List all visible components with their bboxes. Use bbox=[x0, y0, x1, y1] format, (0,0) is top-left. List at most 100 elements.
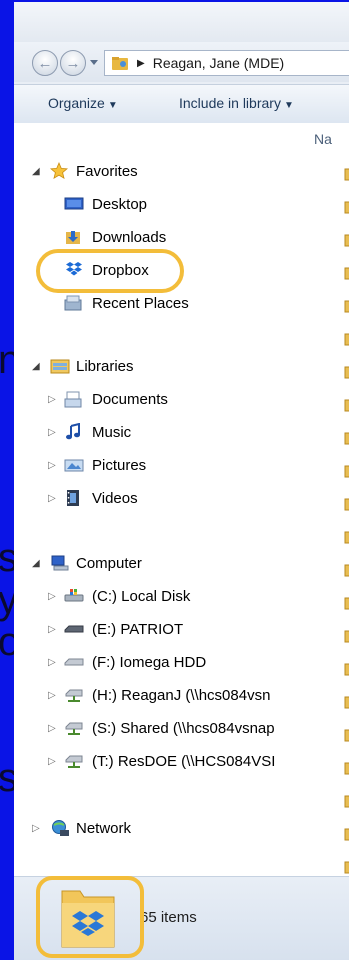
folder-icon[interactable] bbox=[344, 432, 349, 445]
network-drive-icon bbox=[64, 752, 83, 770]
tree-item-drive-e[interactable]: ▷ (E:) PATRIOT bbox=[14, 616, 306, 642]
folder-icon[interactable] bbox=[344, 300, 349, 313]
breadcrumb-path[interactable]: Reagan, Jane (MDE) bbox=[153, 55, 285, 71]
collapse-triangle-icon[interactable]: ◢ bbox=[32, 166, 40, 177]
item-count: 65 items bbox=[140, 909, 197, 926]
recent-pages-dropdown[interactable] bbox=[90, 60, 98, 65]
tree-item-drive-s[interactable]: ▷ (S:) Shared (\\hcs084vsnap bbox=[14, 715, 306, 741]
tree-item-favorites[interactable]: ◢ Favorites bbox=[14, 158, 306, 184]
tree-item-recent-places[interactable]: Recent Places bbox=[14, 290, 306, 316]
folder-icon[interactable] bbox=[344, 333, 349, 346]
expand-triangle-icon[interactable]: ▷ bbox=[48, 624, 56, 635]
name-column-header[interactable]: Na bbox=[314, 131, 332, 147]
folder-icon[interactable] bbox=[344, 663, 349, 676]
recent-places-label: Recent Places bbox=[92, 294, 189, 312]
pictures-icon bbox=[64, 456, 84, 474]
collapse-triangle-icon[interactable]: ◢ bbox=[32, 558, 40, 569]
folder-icon[interactable] bbox=[344, 762, 349, 775]
forward-button[interactable]: → bbox=[60, 50, 86, 76]
folder-icon[interactable] bbox=[344, 729, 349, 742]
folder-icon[interactable] bbox=[344, 795, 349, 808]
tree-item-drive-h[interactable]: ▷ (H:) ReaganJ (\\hcs084vsn bbox=[14, 682, 306, 708]
expand-triangle-icon[interactable]: ▷ bbox=[48, 657, 56, 668]
back-arrow-icon: ← bbox=[37, 54, 53, 72]
expand-triangle-icon[interactable]: ▷ bbox=[48, 394, 56, 405]
drive-h-label: (H:) ReaganJ (\\hcs084vsn bbox=[92, 686, 271, 704]
network-globe-icon bbox=[50, 819, 69, 837]
breadcrumb-arrow-icon[interactable]: ▶ bbox=[137, 58, 145, 69]
folder-icon[interactable] bbox=[344, 168, 349, 181]
folder-icon[interactable] bbox=[344, 399, 349, 412]
network-label: Network bbox=[76, 819, 132, 837]
folder-icon[interactable] bbox=[344, 597, 349, 610]
tree-item-documents[interactable]: ▷ Documents bbox=[14, 386, 306, 412]
expand-triangle-icon[interactable]: ▷ bbox=[48, 723, 56, 734]
expand-triangle-icon[interactable]: ▷ bbox=[48, 460, 56, 471]
system-drive-icon bbox=[64, 587, 84, 605]
address-bar-area: ← → ▶ Reagan, Jane (MDE) bbox=[14, 42, 349, 82]
folder-icon[interactable] bbox=[344, 267, 349, 280]
film-icon bbox=[64, 489, 82, 507]
chevron-down-icon: ▼ bbox=[283, 100, 294, 111]
include-in-library-button[interactable]: Include in library ▼ bbox=[179, 95, 294, 111]
folder-icon[interactable] bbox=[344, 498, 349, 511]
expand-triangle-icon[interactable]: ▷ bbox=[48, 427, 56, 438]
folder-icon[interactable] bbox=[344, 201, 349, 214]
expand-triangle-icon[interactable]: ▷ bbox=[32, 823, 40, 834]
expand-triangle-icon[interactable]: ▷ bbox=[48, 591, 56, 602]
forward-arrow-icon: → bbox=[65, 54, 81, 72]
expand-triangle-icon[interactable]: ▷ bbox=[48, 690, 56, 701]
tree-item-network[interactable]: ▷ Network bbox=[14, 815, 306, 841]
documents-icon bbox=[64, 390, 82, 408]
external-drive-icon bbox=[64, 653, 84, 671]
folder-icon[interactable] bbox=[344, 531, 349, 544]
tree-item-videos[interactable]: ▷ Videos bbox=[14, 485, 306, 511]
drive-f-label: (F:) Iomega HDD bbox=[92, 653, 207, 671]
tree-item-music[interactable]: ▷ Music bbox=[14, 419, 306, 445]
music-label: Music bbox=[92, 423, 132, 441]
folder-icon[interactable] bbox=[344, 234, 349, 247]
collapse-triangle-icon[interactable]: ◢ bbox=[32, 361, 40, 372]
removable-drive-icon bbox=[64, 620, 84, 638]
chevron-down-icon: ▼ bbox=[107, 100, 118, 111]
folder-icon[interactable] bbox=[344, 465, 349, 478]
pictures-label: Pictures bbox=[92, 456, 147, 474]
desktop-label: Desktop bbox=[92, 195, 148, 213]
expand-triangle-icon[interactable]: ▷ bbox=[48, 756, 56, 767]
libraries-label: Libraries bbox=[76, 357, 134, 375]
folder-icon[interactable] bbox=[344, 630, 349, 643]
tree-item-drive-f[interactable]: ▷ (F:) Iomega HDD bbox=[14, 649, 306, 675]
star-icon bbox=[50, 161, 68, 180]
drive-t-label: (T:) ResDOE (\\HCS084VSI bbox=[92, 752, 276, 770]
folder-icon[interactable] bbox=[344, 828, 349, 841]
title-bar bbox=[14, 2, 349, 42]
tree-item-libraries[interactable]: ◢ Libraries bbox=[14, 353, 306, 379]
dropbox-folder-highlight-callout bbox=[36, 876, 144, 958]
navigation-pane: ◢ Favorites Desktop Downloads Dropbox Re… bbox=[14, 123, 307, 876]
tree-item-pictures[interactable]: ▷ Pictures bbox=[14, 452, 306, 478]
include-in-library-label: Include in library bbox=[179, 95, 281, 111]
expand-triangle-icon[interactable]: ▷ bbox=[48, 493, 56, 504]
tree-item-desktop[interactable]: Desktop bbox=[14, 191, 306, 217]
favorites-label: Favorites bbox=[76, 162, 138, 180]
network-drive-icon bbox=[64, 719, 83, 737]
tree-item-drive-c[interactable]: ▷ (C:) Local Disk bbox=[14, 583, 306, 609]
tree-item-drive-t[interactable]: ▷ (T:) ResDOE (\\HCS084VSI bbox=[14, 748, 306, 774]
tree-item-downloads[interactable]: Downloads bbox=[14, 224, 306, 250]
desktop-icon bbox=[64, 195, 84, 213]
folder-icon[interactable] bbox=[344, 861, 349, 874]
computer-icon bbox=[50, 554, 69, 572]
downloads-label: Downloads bbox=[92, 228, 167, 246]
drive-e-label: (E:) PATRIOT bbox=[92, 620, 184, 638]
organize-label: Organize bbox=[48, 95, 105, 111]
address-box[interactable]: ▶ Reagan, Jane (MDE) bbox=[104, 50, 349, 76]
folder-icon[interactable] bbox=[344, 366, 349, 379]
folder-icon[interactable] bbox=[344, 564, 349, 577]
tree-item-computer[interactable]: ◢ Computer bbox=[14, 550, 306, 576]
user-folder-icon bbox=[111, 55, 129, 71]
command-bar: Organize ▼ Include in library ▼ bbox=[14, 84, 349, 124]
folder-icon[interactable] bbox=[344, 696, 349, 709]
organize-button[interactable]: Organize ▼ bbox=[48, 95, 118, 111]
videos-label: Videos bbox=[92, 489, 138, 507]
back-button[interactable]: ← bbox=[32, 50, 58, 76]
